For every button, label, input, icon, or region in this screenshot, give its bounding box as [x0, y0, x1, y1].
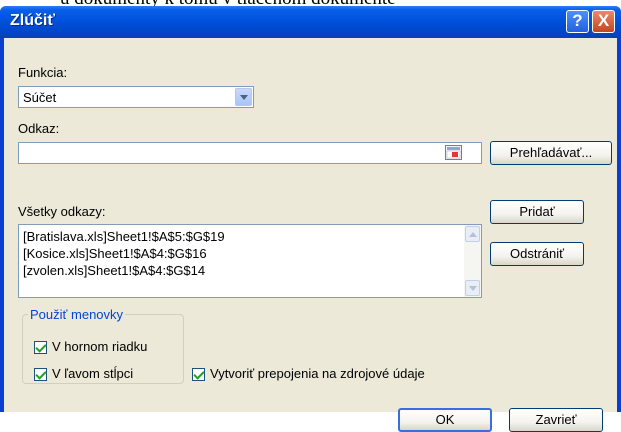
create-links-checkbox[interactable] — [192, 368, 205, 381]
left-column-label[interactable]: V ľavom stĺpci — [52, 366, 133, 381]
references-scrollbar[interactable] — [464, 225, 481, 297]
add-button[interactable]: Pridať — [490, 200, 584, 224]
chevron-down-icon[interactable] — [235, 88, 252, 106]
list-item[interactable]: [Bratislava.xls]Sheet1!$A$5:$G$19 — [23, 229, 225, 244]
scroll-down-icon[interactable] — [465, 280, 480, 296]
remove-button[interactable]: Odstrániť — [490, 242, 584, 266]
left-column-checkbox[interactable] — [34, 368, 47, 381]
browse-button[interactable]: Prehľadávať... — [490, 141, 612, 165]
create-links-label[interactable]: Vytvoriť prepojenia na zdrojové údaje — [210, 366, 425, 381]
dialog-client-area: Funkcia: Súčet Odkaz: Prehľadávať... Vše… — [4, 38, 617, 432]
list-item[interactable]: [zvolen.xls]Sheet1!$A$4:$G$14 — [23, 263, 205, 278]
references-list[interactable]: [Bratislava.xls]Sheet1!$A$5:$G$19 [Kosic… — [18, 224, 482, 298]
list-item[interactable]: [Kosice.xls]Sheet1!$A$4:$G$16 — [23, 246, 207, 261]
all-references-label: Všetky odkazy: — [18, 204, 106, 219]
top-row-label[interactable]: V hornom riadku — [52, 339, 147, 354]
range-select-icon — [445, 145, 462, 160]
close-icon[interactable]: X — [592, 10, 615, 33]
use-labels-group-title: Použiť menovky — [28, 307, 126, 322]
reference-label: Odkaz: — [18, 121, 60, 136]
help-button[interactable]: ? — [566, 10, 589, 33]
collapse-dialog-button[interactable] — [442, 143, 480, 163]
consolidate-dialog: Zlúčiť ? X Funkcia: Súčet Odkaz: Prehľad… — [0, 6, 621, 432]
function-dropdown[interactable]: Súčet — [18, 86, 254, 108]
function-label: Funkcia: — [18, 65, 68, 80]
reference-input[interactable] — [18, 142, 482, 164]
function-dropdown-value: Súčet — [23, 90, 57, 105]
dialog-title: Zlúčiť — [10, 12, 55, 29]
scroll-up-icon[interactable] — [465, 226, 480, 242]
top-row-checkbox[interactable] — [34, 341, 47, 354]
dialog-titlebar: Zlúčiť ? X — [0, 6, 621, 38]
